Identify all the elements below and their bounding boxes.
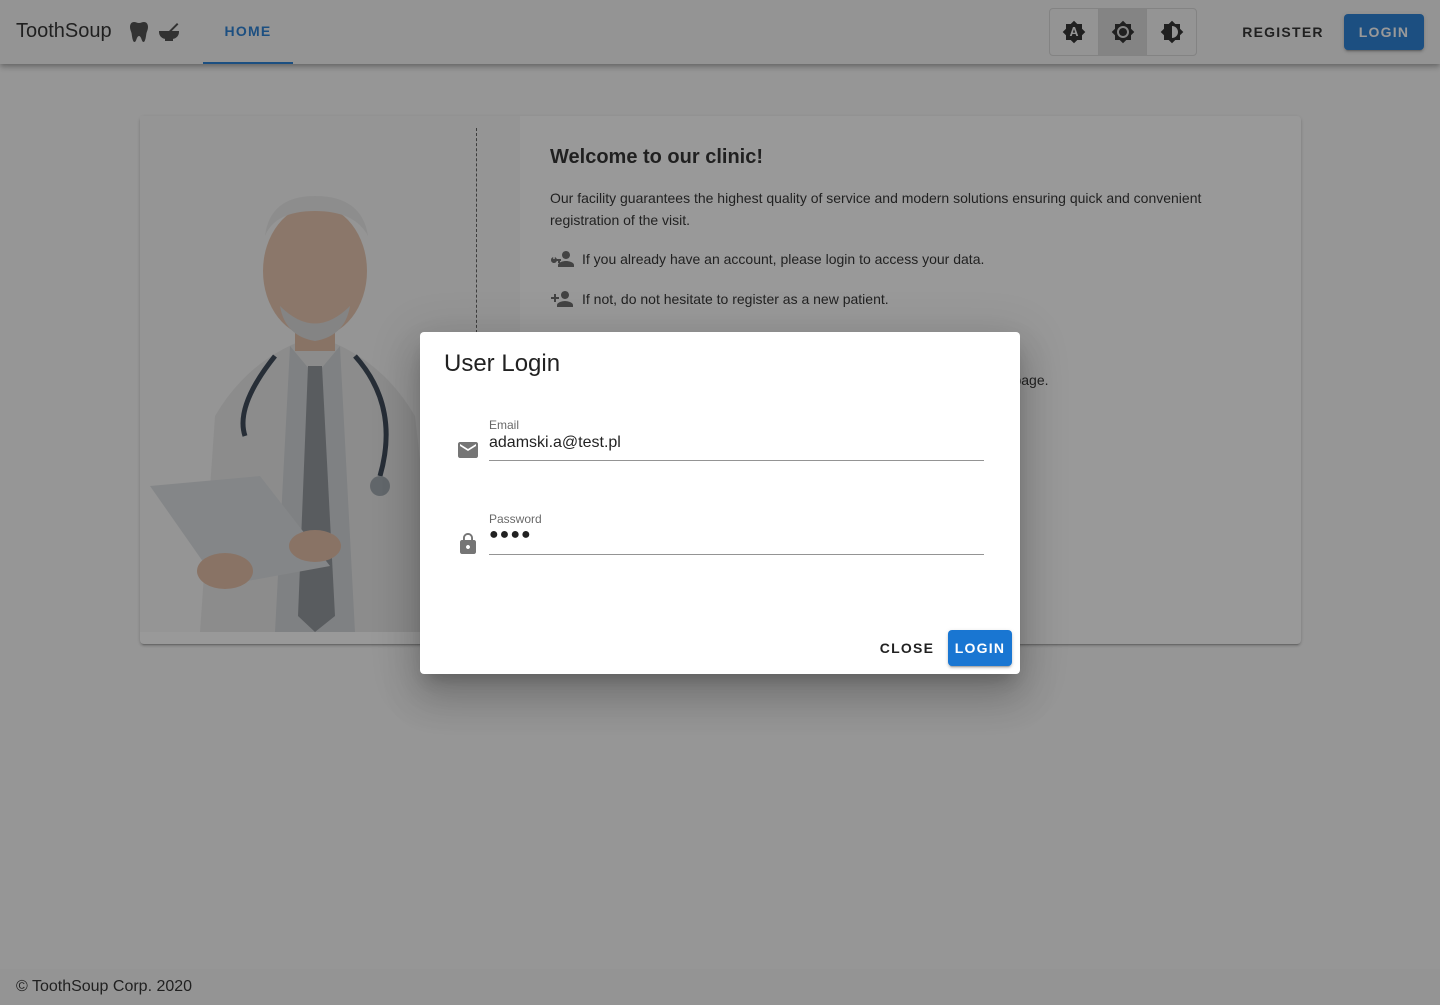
- dialog-login-button[interactable]: LOGIN: [948, 630, 1012, 666]
- password-field[interactable]: Password ●●●●: [456, 512, 984, 562]
- login-dialog: User Login Email adamski.a@test.pl Passw…: [420, 332, 1020, 674]
- password-underline: [489, 554, 984, 555]
- lock-icon: [456, 532, 480, 556]
- email-icon: [456, 438, 480, 462]
- password-input[interactable]: ●●●●: [489, 526, 532, 544]
- email-field[interactable]: Email adamski.a@test.pl: [456, 418, 984, 468]
- email-input[interactable]: adamski.a@test.pl: [489, 434, 621, 452]
- email-label: Email: [489, 418, 520, 432]
- dialog-title: User Login: [444, 350, 561, 377]
- password-label: Password: [489, 512, 542, 526]
- email-underline: [489, 460, 984, 461]
- dialog-close-button[interactable]: CLOSE: [874, 630, 940, 666]
